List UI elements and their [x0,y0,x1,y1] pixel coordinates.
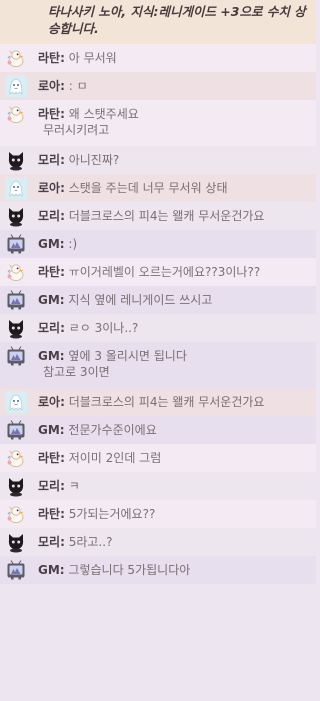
message-text: 그렇습니다 5가됩니다아 [68,563,191,577]
message-row: GM: 그렇습니다 5가됩니다아 [0,556,316,584]
speaker-name: 모리: [38,321,65,335]
message-text: 옆에 3 올리시면 됩니다 [68,349,187,363]
speaker-name: 라탄: [38,51,65,65]
message-row: 로아: 더블크로스의 피4는 왤캐 무서운건가요 [0,388,316,416]
system-message: 타나사키 노아, 지식:레니게이드 +3으로 수치 상승합니다. [0,0,316,44]
message-row: 모리: 더블크로스의 피4는 왤캐 무서운건가요 [0,202,316,230]
ghost-avatar-icon[interactable] [5,177,27,199]
message-text: :) [68,237,78,251]
speaker-name: 라탄: [38,507,65,521]
message-text: 더블크로스의 피4는 왤캐 무서운건가요 [68,209,265,223]
speaker-name: 라탄: [38,451,65,465]
message-row: 모리: ㅋ [0,472,316,500]
message-row: 로아: 스탯을 주는데 너무 무서워 상태 [0,174,316,202]
message-row: 라탄: 왜 스탯주세요무러시키려고 [0,100,316,146]
ghost-avatar-icon[interactable] [5,391,27,413]
tv-avatar-icon[interactable] [5,345,27,367]
message-text: 5가되는거에요?? [68,507,156,521]
speaker-name: GM: [38,349,65,363]
message-row: GM: 옆에 3 올리시면 됩니다참고로 3이면 [0,342,316,388]
message-row: 라탄: 아 무서워 [0,44,316,72]
tv-avatar-icon[interactable] [5,233,27,255]
message-row: 로아: : ㅁ [0,72,316,100]
message-text: 저이미 2인데 그럼 [68,451,162,465]
message-text: ㅠ이거레벨이 오르는거에요??3이나?? [68,265,261,279]
speaker-name: 라탄: [38,107,65,121]
message-text: 지식 옆에 레니게이드 쓰시고 [68,293,213,307]
black-cat-avatar-icon[interactable] [5,205,27,227]
speaker-name: 모리: [38,153,65,167]
message-row: 라탄: ㅠ이거레벨이 오르는거에요??3이나?? [0,258,316,286]
message-list: 라탄: 아 무서워 로아: : ㅁ 라탄: 왜 스탯주세요 무러시키려고 모리: 아니진… [0,44,316,584]
tv-avatar-icon[interactable] [5,289,27,311]
message-row: 라탄: 저이미 2인데 그럼 [0,444,316,472]
message-text: : ㅁ [68,79,88,93]
message-continuation: 무러시키려고 [43,123,110,137]
message-row: 모리: 아니진짜? [0,146,316,174]
tv-avatar-icon[interactable] [5,419,27,441]
message-text: 왜 스탯주세요 [68,107,139,121]
message-text: 아 무서워 [68,51,117,65]
message-row: GM: 지식 옆에 레니게이드 쓰시고 [0,286,316,314]
message-row: 라탄: 5가되는거에요?? [0,500,316,528]
black-cat-avatar-icon[interactable] [5,317,27,339]
message-text: ㅋ [68,479,80,493]
speaker-name: 로아: [38,79,65,93]
message-continuation: 참고로 3이면 [43,365,110,379]
message-text: ㄹㅇ 3이나..? [68,321,139,335]
speaker-name: GM: [38,293,65,307]
duck-avatar-icon[interactable] [5,47,27,69]
chat-log: 타나사키 노아, 지식:레니게이드 +3으로 수치 상승합니다. 라탄: 아 무… [0,0,316,701]
black-cat-avatar-icon[interactable] [5,475,27,497]
duck-avatar-icon[interactable] [5,447,27,469]
message-row: 모리: ㄹㅇ 3이나..? [0,314,316,342]
speaker-name: GM: [38,237,65,251]
speaker-name: 로아: [38,181,65,195]
speaker-name: 모리: [38,479,65,493]
message-text: 스탯을 주는데 너무 무서워 상태 [68,181,228,195]
duck-avatar-icon[interactable] [5,503,27,525]
speaker-name: 모리: [38,535,65,549]
message-text: 아니진짜? [68,153,120,167]
ghost-avatar-icon[interactable] [5,75,27,97]
message-row: 모리: 5라고..? [0,528,316,556]
duck-avatar-icon[interactable] [5,103,27,125]
message-row: GM: 전문가수준이에요 [0,416,316,444]
message-text: 전문가수준이에요 [68,423,157,437]
message-row: GM: :) [0,230,316,258]
speaker-name: 로아: [38,395,65,409]
speaker-name: 라탄: [38,265,65,279]
black-cat-avatar-icon[interactable] [5,531,27,553]
message-text: 더블크로스의 피4는 왤캐 무서운건가요 [68,395,265,409]
speaker-name: GM: [38,423,65,437]
speaker-name: GM: [38,563,65,577]
message-text: 5라고..? [68,535,113,549]
duck-avatar-icon[interactable] [5,261,27,283]
black-cat-avatar-icon[interactable] [5,149,27,171]
tv-avatar-icon[interactable] [5,559,27,581]
speaker-name: 모리: [38,209,65,223]
